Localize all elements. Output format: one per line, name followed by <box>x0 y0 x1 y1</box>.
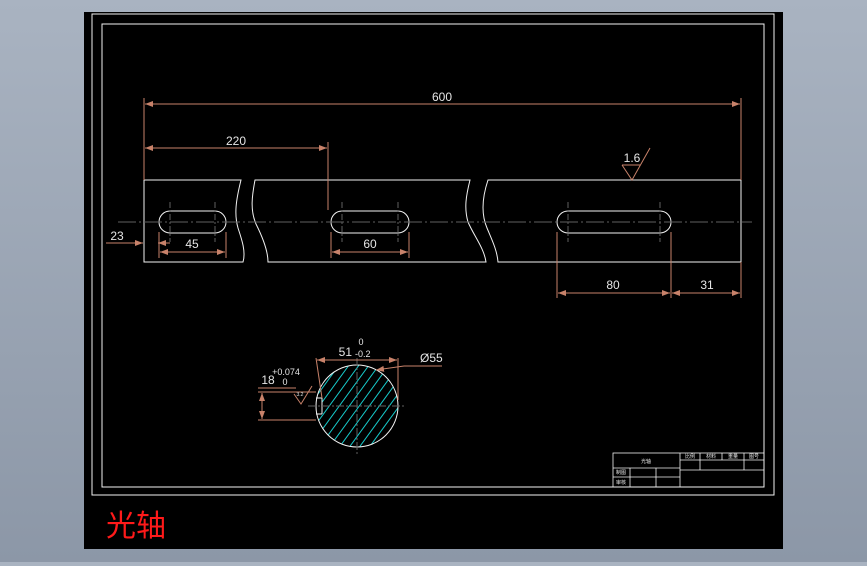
section-depth-lower-tol: -0.2 <box>355 349 371 359</box>
dim-slot-offset: 220 <box>226 134 246 148</box>
title-block-col-4: 图号 <box>749 454 759 460</box>
title-block-row-2: 审核 <box>616 479 626 486</box>
dim-slot-3-length: 80 <box>606 278 620 292</box>
surface-roughness-label: 1.6 <box>624 151 641 165</box>
key-width-upper-tol: +0.074 <box>272 367 300 377</box>
title-block-col-3: 重量 <box>728 453 738 460</box>
key-width-lower-tol: 0 <box>282 377 287 387</box>
drawing-canvas[interactable]: 600 220 23 45 60 80 31 1.6 51 0 -0.2 Ø55… <box>0 0 867 562</box>
dim-slot-1-length: 45 <box>185 237 199 251</box>
cad-viewport[interactable]: 600 220 23 45 60 80 31 1.6 51 0 -0.2 Ø55… <box>0 0 867 562</box>
dim-overall-length: 600 <box>432 90 452 104</box>
section-depth: 51 <box>339 345 353 359</box>
title-block-name: 光轴 <box>641 458 651 465</box>
title-block-col-2: 材料 <box>706 453 716 460</box>
dim-slot-2-length: 60 <box>363 237 377 251</box>
title-block-row-1: 制图 <box>616 469 626 476</box>
title-block-col-1: 比例 <box>685 453 695 460</box>
drawing-caption: 光轴 <box>106 509 166 544</box>
dim-left-end-offset: 23 <box>110 229 124 243</box>
key-roughness: 3.2 <box>297 392 304 398</box>
dim-right-end-offset: 31 <box>700 278 714 292</box>
section-depth-upper-tol: 0 <box>358 337 363 347</box>
section-diameter: Ø55 <box>420 351 443 365</box>
